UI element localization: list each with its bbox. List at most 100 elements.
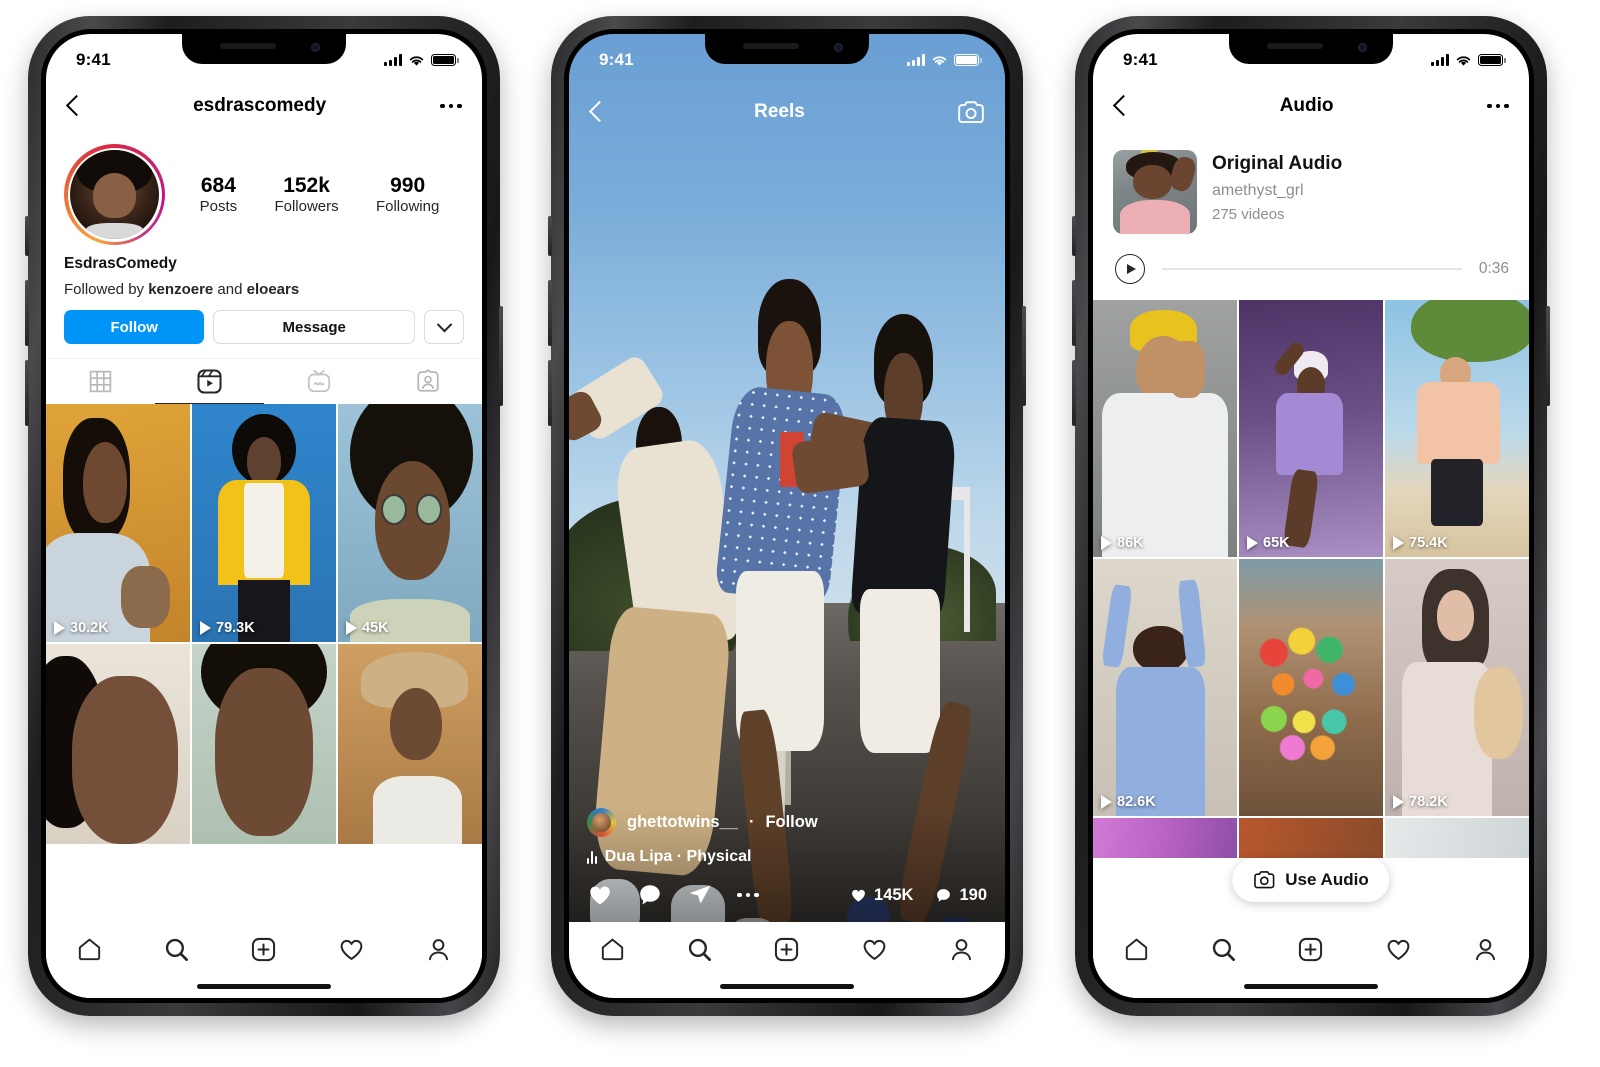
phone3-volume-down-button[interactable] <box>1072 360 1076 426</box>
activity-heart-icon[interactable] <box>338 936 365 963</box>
phone1-volume-down-button[interactable] <box>25 360 29 426</box>
share-paperplane-icon[interactable] <box>687 882 713 908</box>
like-heart-icon[interactable] <box>587 882 613 908</box>
home-icon[interactable] <box>76 936 103 963</box>
phone1-volume-up-button[interactable] <box>25 280 29 346</box>
grid-tile[interactable] <box>1239 559 1383 816</box>
follow-button[interactable]: Follow <box>765 813 817 832</box>
stat-posts[interactable]: 684 Posts <box>200 174 238 216</box>
message-button[interactable]: Message <box>213 310 415 344</box>
stat-number: 990 <box>390 173 426 197</box>
grid-tile[interactable]: 45K <box>338 404 482 642</box>
cellular-bars-icon <box>384 54 402 66</box>
home-icon[interactable] <box>599 936 626 963</box>
cellular-bars-icon <box>907 54 925 66</box>
phone3-power-button[interactable] <box>1546 306 1550 406</box>
phone2-power-button[interactable] <box>1022 306 1026 406</box>
comment-count: 190 <box>959 885 987 904</box>
activity-heart-icon[interactable] <box>861 936 888 963</box>
grid-tile[interactable] <box>46 644 190 844</box>
reel-username[interactable]: ghettotwins__ <box>627 813 738 832</box>
profile-person-icon[interactable] <box>425 936 452 963</box>
grid-tile[interactable]: 82.6K <box>1093 559 1237 816</box>
add-post-icon[interactable] <box>250 936 277 963</box>
phone2-mute-button[interactable] <box>548 216 552 256</box>
play-icon <box>54 621 65 635</box>
status-time: 9:41 <box>599 50 634 69</box>
more-options-icon[interactable] <box>440 103 462 109</box>
avatar[interactable] <box>587 808 616 837</box>
reel-audio-row[interactable]: Dua Lipa · Physical <box>587 848 987 866</box>
phone2-volume-up-button[interactable] <box>548 280 552 346</box>
phone1-mute-button[interactable] <box>25 216 29 256</box>
play-icon <box>200 621 211 635</box>
home-indicator[interactable] <box>720 984 854 989</box>
add-post-icon[interactable] <box>773 936 800 963</box>
grid-tile[interactable] <box>338 644 482 844</box>
followed-by-user-1[interactable]: kenzoere <box>148 281 213 298</box>
avatar[interactable] <box>64 144 165 245</box>
grid-tile[interactable] <box>192 644 336 844</box>
audio-title: Original Audio <box>1212 153 1343 174</box>
sidebar-item-grid[interactable] <box>46 359 155 404</box>
home-indicator[interactable] <box>197 984 331 989</box>
grid-tile[interactable]: 79.3K <box>192 404 336 642</box>
audio-progress-track[interactable] <box>1162 268 1462 270</box>
phone3-volume-up-button[interactable] <box>1072 280 1076 346</box>
wifi-icon <box>409 55 424 66</box>
stat-number: 684 <box>200 173 236 197</box>
sidebar-item-reels[interactable] <box>155 359 264 404</box>
sidebar-item-igtv[interactable] <box>264 359 373 404</box>
audio-author[interactable]: amethyst_grl <box>1212 182 1342 200</box>
phone3-screen: 9:41 Audio Original Audio amethyst_grl 2… <box>1093 34 1529 998</box>
phone2-volume-down-button[interactable] <box>548 360 552 426</box>
grid-tile[interactable]: 65K <box>1239 300 1383 557</box>
home-indicator[interactable] <box>1244 984 1378 989</box>
phone3-mute-button[interactable] <box>1072 216 1076 256</box>
grid-tile[interactable]: 78.2K <box>1385 559 1529 816</box>
reel-audio-label[interactable]: Dua Lipa · Physical <box>605 848 752 866</box>
phone-profile: 9:41 esdrascomedy 684 Posts 152k Followe… <box>25 16 503 1016</box>
view-count: 86K <box>1101 535 1144 551</box>
phone-audio: 9:41 Audio Original Audio amethyst_grl 2… <box>1072 16 1550 1016</box>
phone2-nav-bar: Reels <box>569 86 1005 138</box>
use-audio-label: Use Audio <box>1285 870 1369 889</box>
audio-cover-thumbnail[interactable] <box>1113 150 1197 234</box>
back-chevron-icon[interactable] <box>66 94 79 118</box>
phone1-power-button[interactable] <box>499 306 503 406</box>
grid-tile[interactable] <box>1385 818 1529 858</box>
more-actions-button[interactable] <box>424 310 464 344</box>
grid-tile[interactable]: 75.4K <box>1385 300 1529 557</box>
home-icon[interactable] <box>1123 936 1150 963</box>
stat-following[interactable]: 990 Following <box>376 174 439 216</box>
profile-bio: EsdrasComedy Followed by kenzoere and el… <box>46 245 482 298</box>
more-options-icon[interactable] <box>1487 103 1509 109</box>
play-button-icon[interactable] <box>1115 254 1145 284</box>
grid-tile[interactable]: 86K <box>1093 300 1237 557</box>
stat-followers[interactable]: 152k Followers <box>274 174 338 216</box>
search-icon[interactable] <box>163 936 190 963</box>
search-icon[interactable] <box>1210 936 1237 963</box>
profile-person-icon[interactable] <box>948 936 975 963</box>
search-icon[interactable] <box>686 936 713 963</box>
follow-button[interactable]: Follow <box>64 310 205 344</box>
display-name: EsdrasComedy <box>64 255 177 272</box>
reel-author-row[interactable]: ghettotwins__ · Follow <box>587 808 987 837</box>
back-chevron-icon[interactable] <box>1113 94 1126 118</box>
use-audio-button[interactable]: Use Audio <box>1232 858 1390 902</box>
camera-icon[interactable] <box>957 100 985 125</box>
grid-icon <box>89 370 112 392</box>
add-post-icon[interactable] <box>1297 936 1324 963</box>
back-chevron-icon[interactable] <box>589 100 602 124</box>
followed-by-user-2[interactable]: eloears <box>247 281 300 298</box>
grid-tile[interactable] <box>1093 818 1237 858</box>
grid-tile[interactable] <box>1239 818 1383 858</box>
grid-tile[interactable]: 30.2K <box>46 404 190 642</box>
wifi-icon <box>932 55 947 66</box>
sidebar-item-tagged[interactable] <box>373 359 482 404</box>
more-options-icon[interactable] <box>737 892 759 898</box>
comment-bubble-icon[interactable] <box>637 882 663 908</box>
profile-person-icon[interactable] <box>1472 936 1499 963</box>
activity-heart-icon[interactable] <box>1385 936 1412 963</box>
stat-number: 152k <box>283 173 330 197</box>
